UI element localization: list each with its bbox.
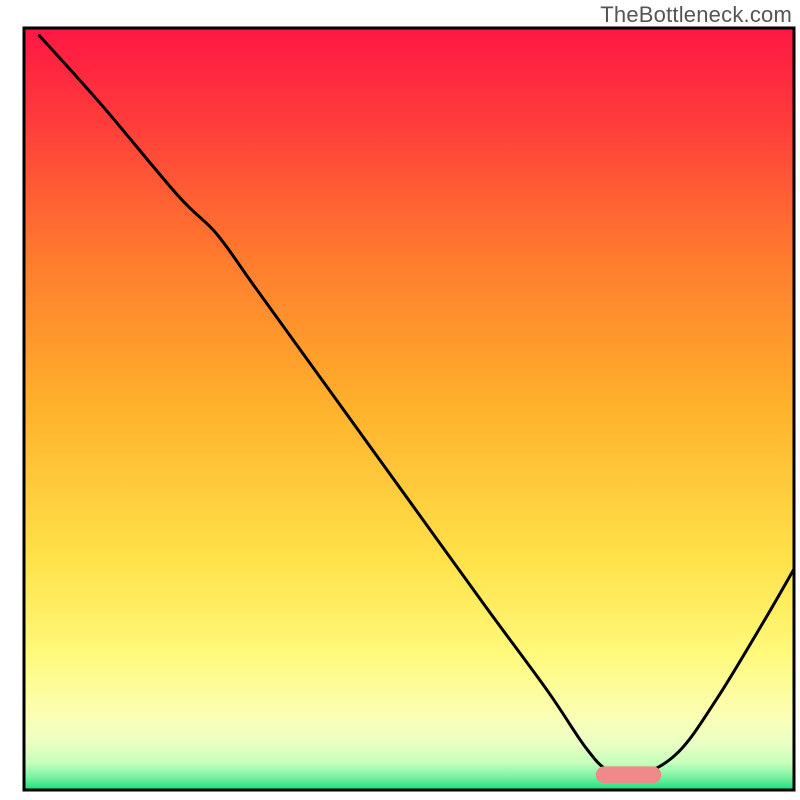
- watermark-text: TheBottleneck.com: [600, 2, 792, 28]
- bottleneck-chart: [0, 0, 800, 800]
- chart-stage: TheBottleneck.com: [0, 0, 800, 800]
- optimal-marker: [596, 766, 661, 783]
- plot-background: [24, 28, 794, 790]
